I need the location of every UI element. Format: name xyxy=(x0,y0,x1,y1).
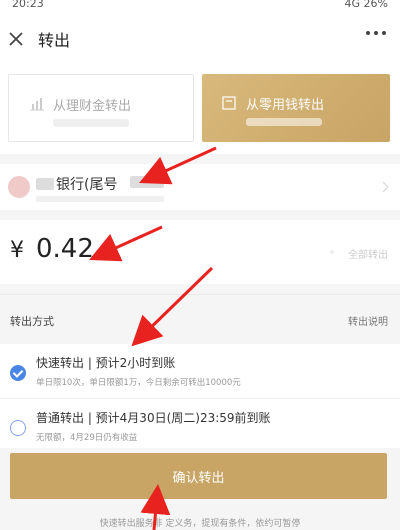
wallet-icon xyxy=(222,96,236,110)
status-indicators: 4G 26% xyxy=(344,0,388,10)
source-label-left: 从理财金转出 xyxy=(53,99,132,114)
method-help-link[interactable]: 转出说明 xyxy=(348,313,388,328)
option-desc: 无限额，4月29日仍有收益 xyxy=(36,433,138,443)
source-balance-right xyxy=(246,118,322,126)
option-title: 普通转出 | 预计4月30日(周二)23:59前到账 xyxy=(36,411,271,425)
option-fast[interactable]: 快速转出 | 预计2小时到账 单日限10次，单日限额1万，今日剩余可转出1000… xyxy=(0,344,400,399)
bank-name-mask xyxy=(36,178,54,190)
radio-unchecked-icon[interactable] xyxy=(10,420,26,436)
method-header: 转出方式 转出说明 xyxy=(0,294,400,344)
page-title: 转出 xyxy=(38,31,71,50)
currency-symbol: ¥ xyxy=(10,238,24,263)
chevron-right-icon xyxy=(382,181,389,193)
source-selector: 从理财金转出 从零用钱转出 xyxy=(0,64,400,154)
withdraw-all-link[interactable]: 全部转出 xyxy=(348,246,388,261)
option-desc: 单日限10次，单日限额1万，今日剩余可转出10000元 xyxy=(36,378,241,388)
bank-tail-mask xyxy=(130,176,164,188)
source-card-lingyongqian[interactable]: 从零用钱转出 xyxy=(202,74,390,142)
footer-note: 快速转出服务非 定义务，提现有条件，依约可暂停 xyxy=(99,519,301,529)
amount-row: ¥ 0.42 全部转出 xyxy=(0,220,400,284)
bank-card-row[interactable]: 银行(尾号 xyxy=(0,164,400,210)
option-title: 快速转出 | 预计2小时到账 xyxy=(36,356,176,370)
bar-chart-icon xyxy=(30,98,44,111)
nav-bar: 转出 xyxy=(0,14,400,64)
confirm-button[interactable]: 确认转出 xyxy=(10,453,387,499)
close-icon xyxy=(9,32,23,46)
option-normal[interactable]: 普通转出 | 预计4月30日(周二)23:59前到账 无限额，4月29日仍有收益 xyxy=(0,399,400,454)
bank-name: 银行(尾号 xyxy=(56,177,118,193)
source-label-right: 从零用钱转出 xyxy=(246,98,325,113)
bank-logo-icon xyxy=(8,176,30,198)
status-bar: 20:23 4G 26% xyxy=(0,0,400,14)
close-button[interactable] xyxy=(0,14,36,64)
amount-input[interactable]: 0.42 xyxy=(36,234,94,264)
status-time: 20:23 xyxy=(12,0,44,10)
source-balance-left xyxy=(53,119,129,127)
more-icon[interactable] xyxy=(366,31,386,35)
confirm-area: 确认转出 快速转出服务非 定义务，提现有条件，依约可暂停 xyxy=(0,448,400,530)
bank-subtext-mask xyxy=(36,196,164,202)
radio-checked-icon[interactable] xyxy=(10,365,26,381)
method-title: 转出方式 xyxy=(10,315,54,328)
divider-dot xyxy=(330,250,334,254)
source-card-licaijin[interactable]: 从理财金转出 xyxy=(8,74,194,142)
